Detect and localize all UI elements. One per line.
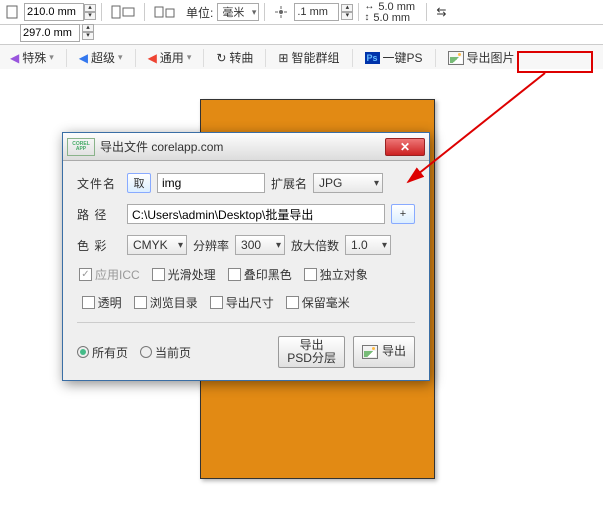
nudge-value[interactable]: .1 mm (294, 3, 339, 21)
page-width-spinner[interactable]: ▴▾ (84, 4, 96, 20)
corelapp-logo-icon: CORELAPP (67, 138, 95, 156)
add-path-button[interactable]: + (391, 204, 415, 224)
filename-input[interactable] (157, 173, 265, 193)
export-image-button[interactable]: 导出图片 (442, 47, 521, 68)
dialog-titlebar[interactable]: CORELAPP 导出文件 corelapp.com ✕ (63, 133, 429, 161)
chk-transparent[interactable]: 透明 (82, 294, 122, 311)
smart-group-button[interactable]: ⊞智能群组 (272, 47, 345, 68)
separator (77, 322, 415, 323)
chk-browse[interactable]: 浏览目录 (134, 294, 198, 311)
export-psd-button[interactable]: 导出 PSD分层 (278, 336, 345, 368)
chk-independent[interactable]: 独立对象 (304, 266, 368, 283)
radio-current-page[interactable]: 当前页 (140, 344, 191, 361)
export-button[interactable]: 导出 (353, 336, 415, 368)
toolbar-dimensions: ▴▾ 单位: 毫米 .1 mm ▴▾ ↔5.0 mm ↕5.0 mm ⇆ (0, 0, 603, 25)
unit-label: 单位: (184, 4, 215, 21)
image-icon (362, 345, 378, 359)
dpi-dropdown[interactable]: 300 (235, 235, 285, 255)
oneclick-ps-button[interactable]: Ps一键PS (359, 47, 429, 68)
filename-label: 文件名 (77, 175, 121, 192)
chk-smooth[interactable]: 光滑处理 (152, 266, 216, 283)
unit-dropdown[interactable]: 毫米 (217, 3, 259, 21)
chk-exportsize[interactable]: 导出尺寸 (210, 294, 274, 311)
nudge-icon (270, 3, 292, 21)
color-dropdown[interactable]: CMYK (127, 235, 187, 255)
path-label: 路 径 (77, 206, 121, 223)
color-label: 色 彩 (77, 237, 121, 254)
align-icon[interactable] (150, 3, 182, 21)
chk-overprint[interactable]: 叠印黑色 (228, 266, 292, 283)
image-icon (448, 51, 464, 65)
nudge-spinner[interactable]: ▴▾ (341, 4, 353, 20)
ext-dropdown[interactable]: JPG (313, 173, 383, 193)
path-input[interactable] (127, 204, 385, 224)
dup-y-value[interactable]: 5.0 mm (371, 13, 416, 23)
dup-x-value[interactable]: 5.0 mm (376, 2, 421, 12)
dpi-label: 分辨率 (193, 237, 229, 254)
chk-icc[interactable]: ✓应用ICC (79, 266, 140, 283)
orientation-toggle-icon[interactable] (107, 3, 139, 21)
dialog-close-button[interactable]: ✕ (385, 138, 425, 156)
special-button[interactable]: ◀特殊▾ (4, 47, 60, 68)
scale-dropdown[interactable]: 1.0 (345, 235, 391, 255)
ext-label: 扩展名 (271, 175, 307, 192)
overflow-icon[interactable]: ⇆ (432, 3, 450, 21)
dialog-title: 导出文件 corelapp.com (100, 138, 385, 155)
orientation-portrait-icon[interactable] (2, 3, 22, 21)
dup-x-icon: ↔ (364, 1, 374, 12)
page-height-input[interactable] (20, 24, 80, 42)
page-width-input[interactable] (24, 3, 84, 21)
radio-all-pages[interactable]: 所有页 (77, 344, 128, 361)
dup-y-icon: ↕ (364, 12, 369, 23)
convert-curves-button[interactable]: ↻转曲 (210, 47, 259, 68)
page-height-spinner[interactable]: ▴▾ (82, 24, 94, 40)
export-dialog: CORELAPP 导出文件 corelapp.com ✕ 文件名 取 扩展名 J… (62, 132, 430, 381)
toolbar-plugins: ◀特殊▾ ◀超级▾ ◀通用▾ ↻转曲 ⊞智能群组 Ps一键PS 导出图片 (0, 45, 603, 71)
common-button[interactable]: ◀通用▾ (142, 47, 198, 68)
chk-keepmm[interactable]: 保留毫米 (286, 294, 350, 311)
super-button[interactable]: ◀超级▾ (73, 47, 129, 68)
scale-label: 放大倍数 (291, 237, 339, 254)
pick-filename-button[interactable]: 取 (127, 173, 151, 193)
